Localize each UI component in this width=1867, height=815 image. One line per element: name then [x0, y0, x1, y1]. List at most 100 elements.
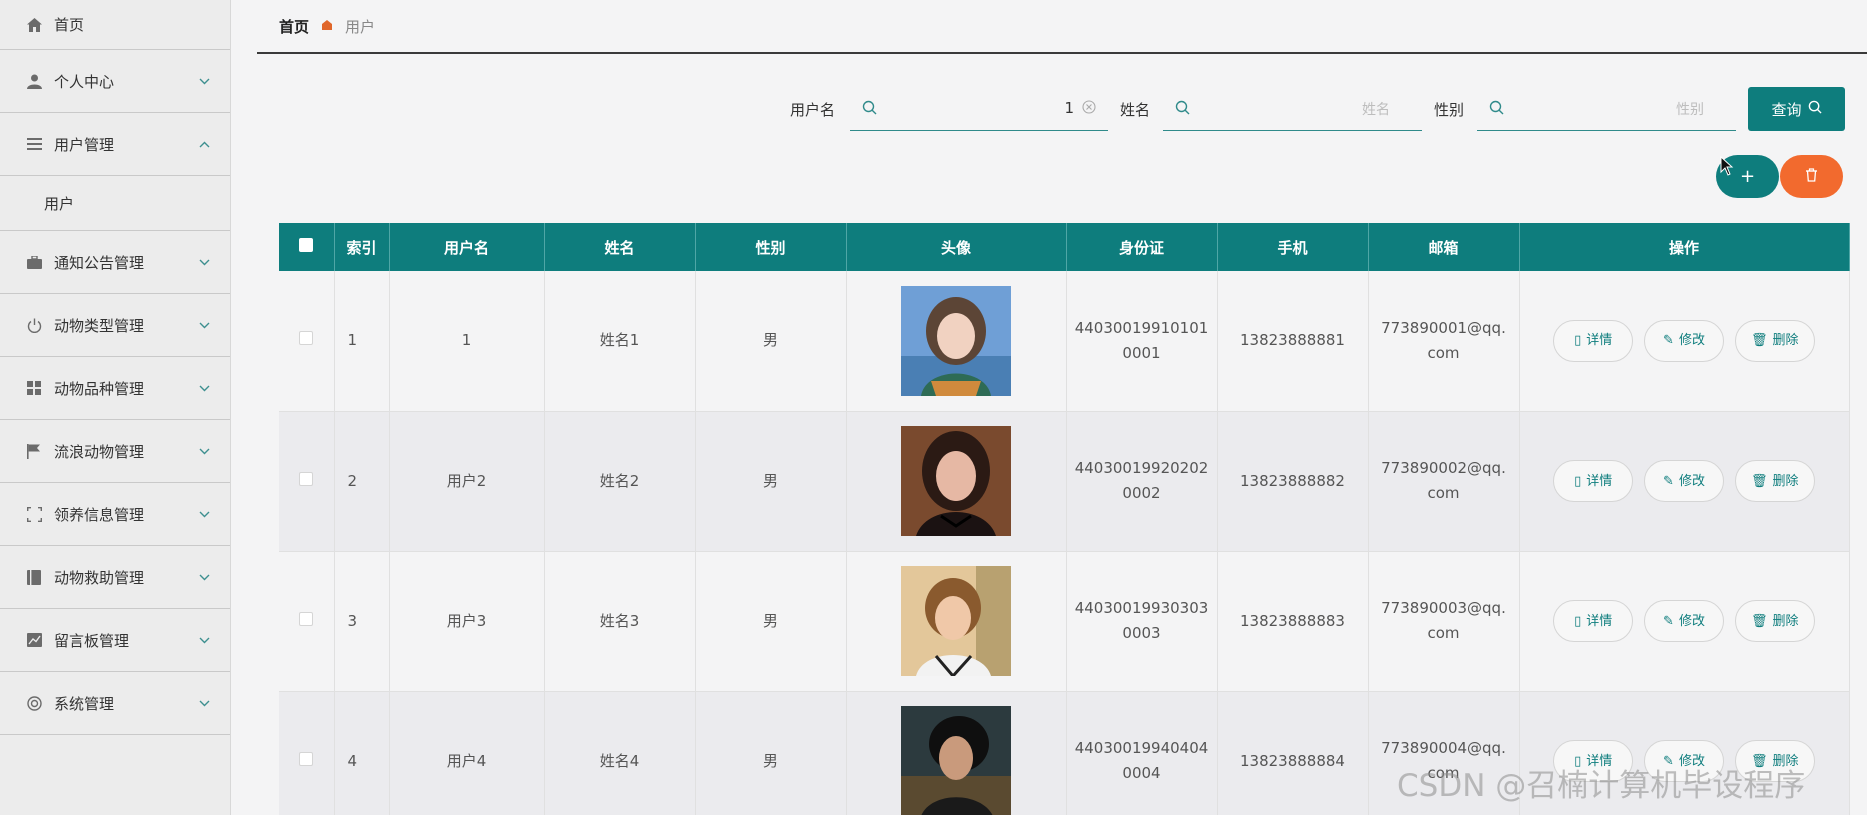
detail-button-label: 详情	[1586, 473, 1613, 489]
avatar[interactable]	[901, 566, 1011, 676]
chevron-down-icon	[199, 256, 210, 269]
edit-button[interactable]: ✎ 修改	[1644, 319, 1724, 362]
breadcrumb-home[interactable]: 首页	[279, 16, 309, 37]
cell-actions: ▯ 详情 ✎ 修改 🗑 删除	[1519, 411, 1850, 552]
id-card-line: 44030019930303	[1074, 599, 1209, 617]
row-checkbox[interactable]	[279, 411, 335, 552]
detail-button[interactable]: ▯ 详情	[1553, 600, 1634, 642]
avatar[interactable]	[901, 285, 1011, 396]
email-line: com	[1427, 484, 1460, 502]
cell-email: 773890001@qq. com	[1368, 271, 1520, 412]
sidebar-item-label: 动物类型管理	[54, 316, 145, 335]
grid-icon	[26, 380, 42, 396]
cell-gender: 男	[695, 691, 847, 815]
sidebar-item-animal-rescue-management[interactable]: 动物救助管理	[0, 546, 230, 609]
cell-username: 用户3	[389, 551, 545, 692]
cell-id-card: 44030019940404 0004	[1066, 691, 1218, 815]
column-header: 索引	[334, 223, 390, 271]
gender-search-input[interactable]: 性别	[1477, 87, 1736, 131]
column-header: 头像	[846, 223, 1067, 271]
sidebar-item-adoption-management[interactable]: 领养信息管理	[0, 483, 230, 546]
sidebar-subitem-user[interactable]: 用户	[0, 176, 230, 231]
column-header: 性别	[695, 223, 847, 271]
email-line: com	[1427, 343, 1460, 362]
chevron-down-icon	[199, 508, 210, 521]
cell-index: 2	[334, 411, 390, 552]
trash-icon	[1805, 167, 1818, 186]
cell-gender: 男	[695, 551, 847, 692]
select-all-checkbox[interactable]	[279, 223, 335, 271]
name-input-placeholder: 姓名	[1362, 102, 1390, 118]
document-icon: ▯	[1574, 333, 1582, 349]
sidebar: 首页 个人中心 用户管理 用户 通知公告管理 动物类型管理 动物品种管理 流浪动…	[0, 0, 231, 815]
search-icon	[1489, 100, 1504, 119]
delete-button[interactable]: 🗑 删除	[1734, 460, 1815, 502]
cell-avatar	[846, 271, 1067, 412]
sidebar-item-notice-management[interactable]: 通知公告管理	[0, 231, 230, 294]
gender-input-placeholder: 性别	[1676, 102, 1704, 118]
search-icon	[1175, 100, 1190, 119]
id-card-line: 0002	[1122, 484, 1161, 502]
sidebar-item-message-board-management[interactable]: 留言板管理	[0, 609, 230, 672]
cell-name: 姓名4	[544, 691, 696, 815]
search-form: 用户名 1 姓名 姓名 性别 性别 查询	[257, 87, 1867, 133]
username-search-input[interactable]: 1	[850, 87, 1108, 131]
sidebar-item-animal-type-management[interactable]: 动物类型管理	[0, 294, 230, 357]
sidebar-item-label: 用户管理	[54, 135, 115, 154]
detail-button[interactable]: ▯ 详情	[1553, 319, 1634, 362]
table-header-row: 索引 用户名 姓名 性别 头像 身份证 手机 邮箱 操作	[279, 223, 1850, 271]
cell-email: 773890003@qq. com	[1368, 551, 1520, 692]
query-button[interactable]: 查询	[1748, 87, 1845, 131]
lifebuoy-icon	[26, 695, 42, 711]
sidebar-item-label: 领养信息管理	[54, 505, 145, 524]
detail-button[interactable]: ▯ 详情	[1553, 460, 1634, 502]
edit-button[interactable]: ✎ 修改	[1644, 600, 1724, 642]
delete-button[interactable]: 🗑 删除	[1734, 600, 1815, 642]
row-checkbox[interactable]	[279, 551, 335, 692]
sidebar-item-label: 动物品种管理	[54, 379, 145, 398]
chevron-down-icon	[199, 634, 210, 647]
sidebar-item-system-management[interactable]: 系统管理	[0, 672, 230, 735]
delete-button[interactable]: 🗑 删除	[1734, 319, 1815, 362]
edit-button-label: 修改	[1678, 333, 1705, 349]
id-card-line: 0004	[1122, 764, 1161, 782]
batch-delete-button[interactable]	[1780, 155, 1843, 198]
breadcrumb: 首页 用户	[257, 0, 1867, 54]
clear-icon[interactable]	[1082, 100, 1096, 118]
sidebar-item-label: 留言板管理	[54, 631, 130, 650]
sidebar-item-label: 流浪动物管理	[54, 442, 145, 461]
sidebar-item-animal-breed-management[interactable]: 动物品种管理	[0, 357, 230, 420]
breadcrumb-separator-icon	[321, 19, 333, 34]
sidebar-item-stray-animal-management[interactable]: 流浪动物管理	[0, 420, 230, 483]
edit-button[interactable]: ✎ 修改	[1644, 460, 1724, 502]
gender-label: 性别	[1434, 101, 1465, 119]
book-icon	[26, 569, 42, 585]
cell-phone: 13823888881	[1217, 271, 1369, 412]
email-line: 773890002@qq.	[1381, 459, 1506, 477]
cell-avatar	[846, 551, 1067, 692]
row-checkbox[interactable]	[279, 691, 335, 815]
cell-phone: 13823888883	[1217, 551, 1369, 692]
sidebar-item-label: 系统管理	[54, 694, 115, 713]
cell-username: 1	[389, 271, 545, 412]
name-search-input[interactable]: 姓名	[1163, 87, 1422, 131]
document-icon: ▯	[1574, 473, 1582, 489]
power-icon	[26, 317, 42, 333]
sidebar-item-user-management[interactable]: 用户管理	[0, 113, 230, 176]
avatar[interactable]	[901, 426, 1011, 536]
email-line: 773890004@qq.	[1381, 739, 1506, 757]
cell-phone: 13823888884	[1217, 691, 1369, 815]
sidebar-item-personal-center[interactable]: 个人中心	[0, 50, 230, 113]
user-table: 索引 用户名 姓名 性别 头像 身份证 手机 邮箱 操作 1 1 姓名1 男 4…	[279, 223, 1850, 815]
avatar[interactable]	[901, 706, 1011, 815]
edit-button-label: 修改	[1678, 613, 1705, 629]
delete-button-label: 删除	[1772, 613, 1799, 629]
search-icon	[1808, 100, 1822, 118]
cell-phone: 13823888882	[1217, 411, 1369, 552]
sidebar-item-label: 首页	[54, 16, 85, 34]
flag-icon	[26, 443, 42, 459]
row-checkbox[interactable]	[279, 271, 335, 412]
edit-button-label: 修改	[1678, 473, 1705, 489]
sidebar-item-home[interactable]: 首页	[0, 0, 230, 50]
document-icon: ▯	[1574, 613, 1582, 629]
